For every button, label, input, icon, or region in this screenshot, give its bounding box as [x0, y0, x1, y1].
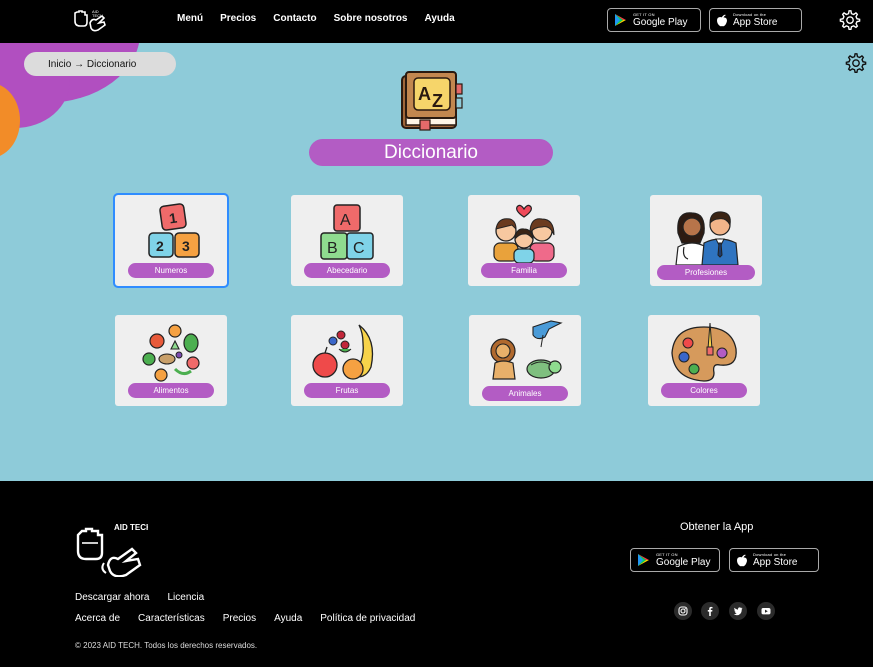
- footer-brand: AID TECH: [114, 523, 148, 532]
- category-label: Frutas: [304, 383, 390, 398]
- svg-text:Z: Z: [432, 91, 443, 111]
- nav-link-precios[interactable]: Precios: [220, 13, 256, 24]
- google-play-button[interactable]: GET IT ON Google Play: [630, 548, 720, 572]
- category-label: Animales: [482, 386, 568, 401]
- nav-link-ayuda[interactable]: Ayuda: [425, 13, 455, 24]
- footer-link-licencia[interactable]: Licencia: [167, 592, 204, 603]
- gear-icon[interactable]: [839, 9, 861, 31]
- category-card-familia[interactable]: Familia: [468, 195, 580, 286]
- footer-link-ayuda[interactable]: Ayuda: [274, 613, 302, 624]
- google-play-icon: [638, 554, 649, 566]
- aid-tech-logo-icon[interactable]: AID TECH: [74, 521, 148, 577]
- svg-text:C: C: [353, 240, 365, 257]
- svg-text:TECH: TECH: [92, 13, 103, 18]
- footer-link-precios[interactable]: Precios: [223, 613, 256, 624]
- facebook-icon[interactable]: [701, 602, 719, 620]
- gear-icon[interactable]: [845, 52, 867, 74]
- google-play-big: Google Play: [633, 17, 688, 28]
- vegetables-icon: [142, 324, 200, 382]
- nav-links: Menú Precios Contacto Sobre nosotros Ayu…: [177, 13, 472, 24]
- footer-link-descargar[interactable]: Descargar ahora: [75, 592, 149, 603]
- category-card-frutas[interactable]: Frutas: [291, 315, 403, 406]
- svg-text:3: 3: [182, 238, 190, 254]
- footer-links-row1: Descargar ahora Licencia: [75, 592, 222, 603]
- google-play-icon: [615, 14, 626, 26]
- category-label: Abecedario: [304, 263, 390, 278]
- footer: AID TECH Descargar ahora Licencia Acerca…: [0, 481, 873, 667]
- footer-link-caracteristicas[interactable]: Características: [138, 613, 205, 624]
- category-label: Numeros: [128, 263, 214, 278]
- category-card-numeros[interactable]: 1 2 3 Numeros: [113, 193, 229, 288]
- footer-link-privacidad[interactable]: Política de privacidad: [320, 613, 415, 624]
- hands-logo-icon[interactable]: AID TECH: [72, 7, 108, 33]
- footer-link-acerca[interactable]: Acerca de: [75, 613, 120, 624]
- footer-links-row2: Acerca de Características Precios Ayuda …: [75, 613, 433, 624]
- dictionary-book-icon: A Z: [401, 71, 463, 131]
- palette-icon: [671, 322, 737, 382]
- category-label: Colores: [661, 383, 747, 398]
- category-card-abecedario[interactable]: A B C Abecedario: [291, 195, 403, 286]
- youtube-icon[interactable]: [757, 602, 775, 620]
- get-app-heading: Obtener la App: [680, 521, 754, 533]
- instagram-icon[interactable]: [674, 602, 692, 620]
- nav-link-sobre-nosotros[interactable]: Sobre nosotros: [334, 13, 408, 24]
- app-store-big: App Store: [753, 557, 798, 568]
- nav-link-contacto[interactable]: Contacto: [273, 13, 316, 24]
- app-store-button[interactable]: Download on the App Store: [729, 548, 819, 572]
- animals-icon: [490, 320, 563, 380]
- category-label: Profesiones: [657, 265, 755, 280]
- number-blocks-icon: 1 2 3: [148, 203, 200, 258]
- main-content: Inicio → Diccionario A Z Diccionario 1 2…: [0, 43, 873, 481]
- breadcrumb[interactable]: Inicio → Diccionario: [24, 52, 176, 76]
- svg-text:B: B: [327, 240, 338, 257]
- fruits-icon: [312, 324, 374, 380]
- page-title: Diccionario: [309, 139, 553, 166]
- nav-link-menu[interactable]: Menú: [177, 13, 203, 24]
- professionals-icon: [675, 211, 739, 266]
- svg-text:A: A: [418, 84, 431, 104]
- category-card-animales[interactable]: Animales: [469, 315, 581, 406]
- category-card-profesiones[interactable]: Profesiones: [650, 195, 762, 286]
- svg-text:A: A: [340, 212, 351, 229]
- app-store-button[interactable]: Download on the App Store: [709, 8, 802, 32]
- top-nav: AID TECH Menú Precios Contacto Sobre nos…: [0, 0, 873, 43]
- apple-icon: [737, 554, 747, 567]
- category-card-colores[interactable]: Colores: [648, 315, 760, 406]
- twitter-icon[interactable]: [729, 602, 747, 620]
- category-label: Familia: [481, 263, 567, 278]
- category-label: Alimentos: [128, 383, 214, 398]
- family-icon: [493, 204, 555, 264]
- abc-blocks-icon: A B C: [320, 204, 374, 260]
- app-store-big: App Store: [733, 17, 778, 28]
- copyright: © 2023 AID TECH. Todos los derechos rese…: [75, 641, 258, 650]
- google-play-big: Google Play: [656, 557, 711, 568]
- category-card-alimentos[interactable]: Alimentos: [115, 315, 227, 406]
- svg-text:2: 2: [156, 238, 164, 254]
- apple-icon: [717, 14, 727, 27]
- google-play-button[interactable]: GET IT ON Google Play: [607, 8, 701, 32]
